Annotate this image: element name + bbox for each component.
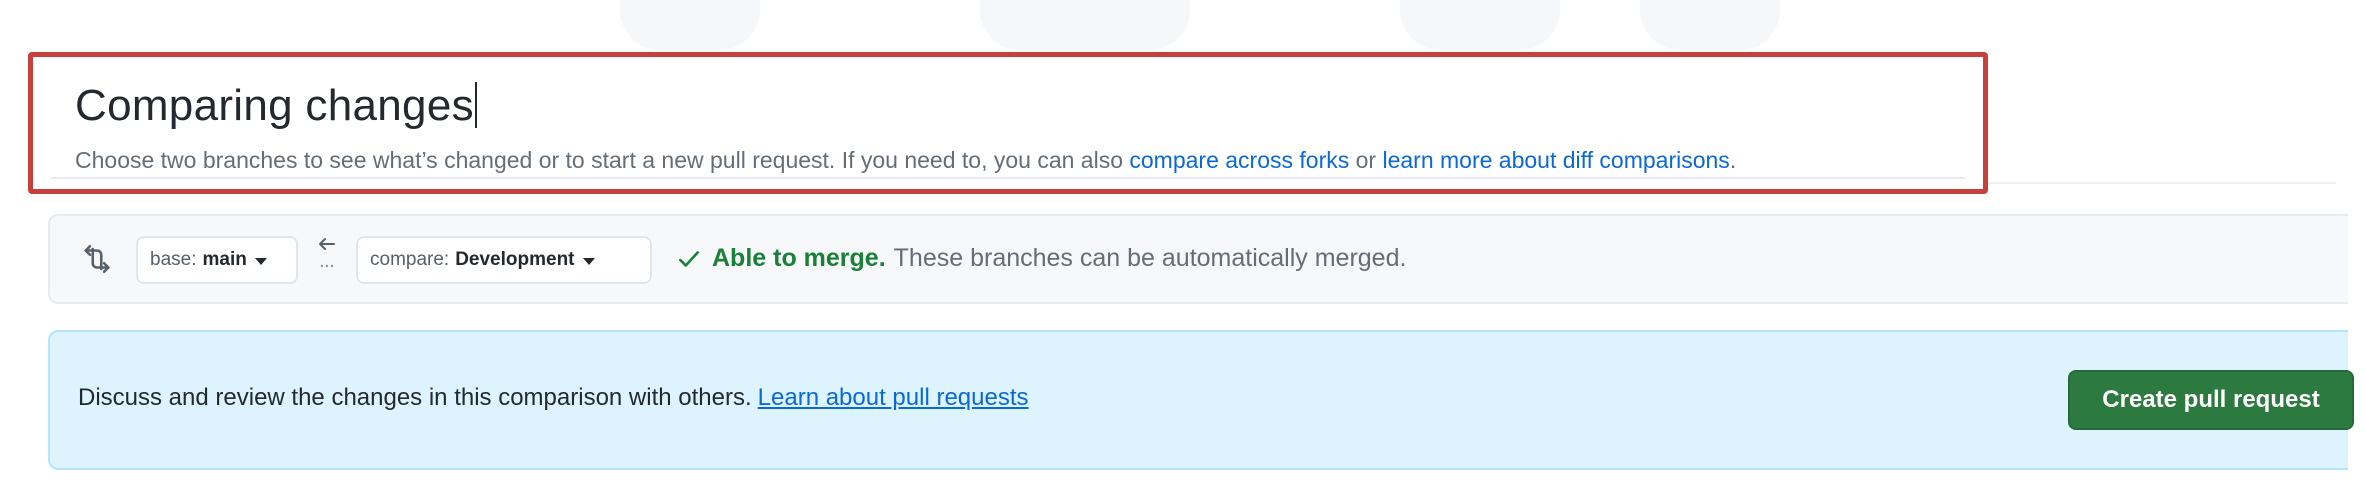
merge-status-label: Able to merge. [712, 244, 886, 272]
page-title-text: Comparing changes [75, 81, 474, 130]
page-title: Comparing changes [75, 81, 477, 131]
text-cursor [474, 82, 477, 128]
learn-about-pull-requests-link[interactable]: Learn about pull requests [758, 384, 1029, 411]
compare-branch-name: Development [455, 249, 575, 270]
subtitle-text: Choose two branches to see what’s change… [75, 147, 1130, 173]
header-divider [1988, 182, 2336, 184]
banner-message: Discuss and review the changes in this c… [78, 384, 1029, 412]
base-branch-select[interactable]: base: main [136, 236, 298, 284]
merge-status: Able to merge. These branches can be aut… [676, 244, 1406, 273]
base-label: base: [150, 249, 197, 270]
compare-page: Comparing changes Choose two branches to… [0, 0, 2366, 504]
header-highlight-box: Comparing changes Choose two branches to… [28, 52, 1988, 194]
check-icon [679, 250, 699, 267]
background-watermark [1640, 0, 1780, 50]
pull-request-banner: Discuss and review the changes in this c… [48, 330, 2354, 470]
learn-diff-comparisons-link[interactable]: learn more about diff comparisons [1382, 147, 1729, 173]
background-watermark [980, 0, 1190, 50]
page-subtitle: Choose two branches to see what’s change… [75, 147, 1736, 174]
chevron-down-icon [254, 257, 267, 265]
create-pull-request-button[interactable]: Create pull request [2068, 370, 2354, 430]
background-watermark [1400, 0, 1560, 50]
merge-status-description: These branches can be automatically merg… [893, 244, 1407, 272]
compare-across-forks-link[interactable]: compare across forks [1129, 147, 1349, 173]
compare-bar: base: main compare: Development Able to me… [48, 214, 2348, 304]
arrow-left-icon [319, 238, 335, 268]
compare-branch-select[interactable]: compare: Development [356, 236, 652, 284]
background-watermark [620, 0, 760, 50]
compare-label: compare: [370, 249, 450, 270]
banner-text: Discuss and review the changes in this c… [78, 384, 752, 411]
git-compare-icon [84, 244, 110, 274]
subtitle-or-text: or [1349, 147, 1383, 173]
base-branch-name: main [202, 249, 247, 270]
subtitle-period: . [1729, 147, 1737, 173]
header-section: Comparing changes Choose two branches to… [51, 67, 1965, 179]
chevron-down-icon [582, 257, 595, 265]
